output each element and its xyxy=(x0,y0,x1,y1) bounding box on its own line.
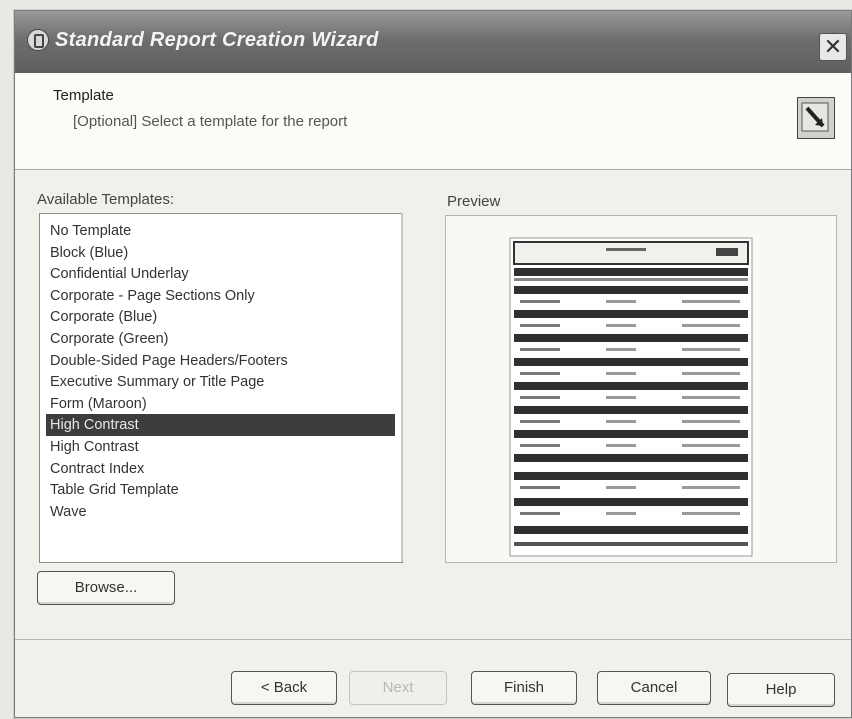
template-item[interactable]: No Template xyxy=(50,220,395,242)
template-list[interactable]: No Template Block (Blue) Confidential Unde… xyxy=(39,213,403,563)
wizard-icon xyxy=(797,97,835,139)
finish-button[interactable]: Finish xyxy=(471,671,577,705)
template-item[interactable]: Executive Summary or Title Page xyxy=(50,371,395,393)
template-item[interactable]: High Contrast xyxy=(50,436,395,458)
preview-thumbnail xyxy=(509,237,753,557)
app-icon xyxy=(27,29,49,51)
template-preview xyxy=(445,215,837,563)
template-item[interactable]: Form (Maroon) xyxy=(50,393,395,415)
help-button[interactable]: Help xyxy=(727,673,835,707)
template-item[interactable]: Wave xyxy=(50,501,395,523)
window-title: Standard Report Creation Wizard xyxy=(55,29,379,51)
available-templates-label: Available Templates: xyxy=(37,191,175,208)
template-item[interactable]: High Contrast xyxy=(46,414,395,437)
template-item[interactable]: Double-Sided Page Headers/Footers xyxy=(50,350,395,372)
next-button[interactable]: Next xyxy=(349,671,447,705)
template-item[interactable]: Corporate (Blue) xyxy=(50,306,395,328)
step-title: Template xyxy=(53,87,114,104)
step-description: [Optional] Select a template for the rep… xyxy=(73,113,348,130)
list-scroll-edge xyxy=(401,213,403,561)
title-bar: Standard Report Creation Wizard ✕ xyxy=(15,11,851,73)
wizard-header: Template [Optional] Select a template fo… xyxy=(15,73,851,170)
close-button[interactable]: ✕ xyxy=(819,33,847,61)
wizard-window: Standard Report Creation Wizard ✕ Templa… xyxy=(14,10,852,718)
template-item[interactable]: Confidential Underlay xyxy=(50,263,395,285)
preview-label: Preview xyxy=(447,193,501,210)
footer-divider xyxy=(15,639,851,640)
template-item[interactable]: Contract Index xyxy=(50,458,395,480)
browse-button[interactable]: Browse... xyxy=(37,571,175,605)
template-item[interactable]: Block (Blue) xyxy=(50,242,395,264)
template-item[interactable]: Corporate (Green) xyxy=(50,328,395,350)
template-item[interactable]: Corporate - Page Sections Only xyxy=(50,285,395,307)
back-button[interactable]: < Back xyxy=(231,671,337,705)
template-item[interactable]: Table Grid Template xyxy=(50,479,395,501)
cancel-button[interactable]: Cancel xyxy=(597,671,711,705)
